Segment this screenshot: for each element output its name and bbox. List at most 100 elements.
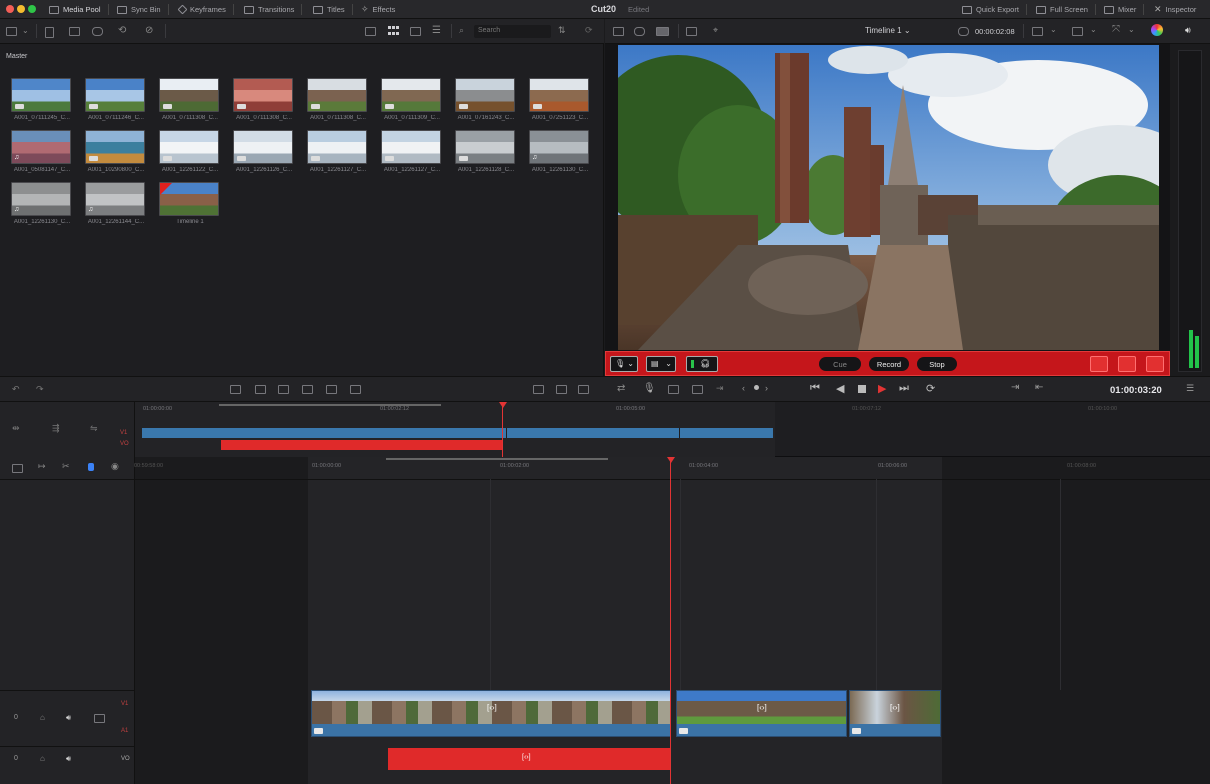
media-clip[interactable]: A001_07251123_C... (529, 78, 589, 121)
dual-view-icon[interactable] (686, 27, 697, 36)
voiceover-clip[interactable]: [‹›] (388, 748, 671, 770)
timeline-clip[interactable]: [‹›] (849, 690, 941, 737)
media-clip[interactable]: ♫ A001_05081147_C... (11, 130, 71, 173)
clip-icon[interactable] (668, 385, 679, 394)
timeline-clip[interactable]: [‹›] (311, 690, 671, 737)
snap-icon[interactable]: ⇶ (52, 423, 60, 434)
scroll-indicator[interactable] (219, 404, 441, 406)
mark-in-icon[interactable]: ⇥ (1011, 382, 1019, 393)
speaker-icon[interactable]: 🔊︎ (66, 713, 71, 723)
media-clip[interactable]: ♫ A001_12261130_C... (11, 182, 71, 225)
visibility-icon[interactable]: ◉ (111, 461, 119, 472)
smart-insert-icon[interactable] (230, 385, 241, 394)
media-clip[interactable]: A001_07111245_C... (11, 78, 71, 121)
timeline-playhead[interactable] (670, 460, 671, 784)
speaker-icon[interactable]: 🔊︎ (66, 754, 71, 764)
marker-icon[interactable] (754, 385, 759, 390)
media-clip[interactable]: A001_12261127_C... (307, 130, 367, 173)
search-input[interactable]: Search (474, 25, 551, 38)
trim-icon[interactable] (533, 385, 544, 394)
list-view-icon[interactable]: ☰ (432, 25, 441, 36)
broadcast-icon[interactable] (1146, 356, 1164, 372)
zoom-icon[interactable] (578, 385, 589, 394)
waveform-icon[interactable] (1090, 356, 1108, 372)
timeline-selector[interactable]: Timeline 1 ⌄ (865, 26, 911, 35)
source-overwrite-icon[interactable] (350, 385, 361, 394)
media-clip[interactable]: A001_07111308_C... (159, 78, 219, 121)
quick-export-button[interactable]: Quick Export (962, 3, 1027, 16)
mark-out-icon[interactable]: ⇤ (1035, 382, 1043, 393)
mic-select[interactable]: 🎙︎ ⌄ (610, 356, 638, 372)
chevron-down-icon[interactable]: ⌄ (22, 26, 29, 35)
media-clip[interactable]: A001_07111246_C... (85, 78, 145, 121)
track-view-icon[interactable] (94, 714, 105, 723)
overlay-icon[interactable] (692, 385, 703, 394)
close-up-icon[interactable] (302, 385, 313, 394)
play-reverse-icon[interactable]: ◀︎ (836, 382, 844, 395)
import-media-icon[interactable] (45, 27, 54, 38)
close-window-button[interactable] (6, 5, 14, 13)
strip-view-icon[interactable] (365, 27, 376, 36)
record-button[interactable]: Record (869, 357, 909, 371)
tab-effects[interactable]: ✧ Effects (361, 3, 395, 16)
menu-icon[interactable]: ☰ (1186, 383, 1194, 394)
media-clip[interactable]: A001_07111308_C... (233, 78, 293, 121)
play-icon[interactable]: ▶︎ (878, 382, 886, 395)
tag-icon[interactable]: ⊘ (145, 25, 153, 36)
ripple-overwrite-icon[interactable] (278, 385, 289, 394)
slip-icon[interactable]: ⇥ (716, 383, 724, 394)
media-clip[interactable]: A001_10290800_C... (85, 130, 145, 173)
voiceover-icon[interactable]: 🎙︎ (643, 383, 656, 394)
media-clip[interactable]: A001_07111309_C... (381, 78, 441, 121)
track-lock-icon[interactable]: ⇹ (12, 423, 20, 434)
media-clip[interactable]: ♫ A001_12261144_C... (85, 182, 145, 225)
next-edit-icon[interactable]: › (765, 383, 768, 393)
audio-trim-icon[interactable]: ⇄ (617, 383, 625, 394)
tab-sync-bin[interactable]: Sync Bin (117, 3, 169, 16)
link-icon[interactable]: ⇋ (90, 423, 98, 434)
zoom-fit-icon[interactable]: ⌖ (713, 25, 718, 36)
display-icon[interactable] (1072, 27, 1083, 36)
lock-icon[interactable]: ⌂ (40, 713, 45, 722)
inspector-button[interactable]: ✕ Inspector (1154, 3, 1196, 16)
lock-icon[interactable]: ⌂ (40, 754, 45, 763)
zoom-window-button[interactable] (28, 5, 36, 13)
chevron-down-icon[interactable]: ⌄ (1090, 25, 1097, 34)
grid-view-icon[interactable] (388, 26, 399, 36)
transform-icon[interactable]: ⤧ (1112, 24, 1120, 35)
media-clip[interactable]: A001_12261122_C... (159, 130, 219, 173)
viewer-mode-icon[interactable] (1032, 27, 1043, 36)
source-view-icon[interactable] (613, 27, 624, 36)
mixer-button[interactable]: Mixer (1104, 3, 1145, 16)
sidebar-toggle-icon[interactable] (6, 27, 17, 36)
stop-button[interactable]: Stop (917, 357, 957, 371)
place-on-top-icon[interactable] (326, 385, 337, 394)
monitor-toggle[interactable]: 🎧︎ (686, 356, 718, 372)
media-clip[interactable]: A001_07161243_C... (455, 78, 515, 121)
sort-icon[interactable]: ⇅ (558, 25, 566, 36)
go-to-end-icon[interactable]: ⏭︎ (899, 382, 909, 395)
input-select[interactable]: ▤ ⌄ (646, 356, 676, 372)
import-folder-icon[interactable] (69, 27, 80, 36)
color-wheel-icon[interactable] (1151, 24, 1163, 36)
blade-icon[interactable] (556, 385, 567, 394)
safe-area-icon[interactable] (634, 27, 645, 36)
timeline-clip[interactable]: [‹›] (676, 690, 847, 737)
full-screen-button[interactable]: Full Screen (1036, 3, 1096, 16)
filmstrip-view-icon[interactable] (410, 27, 421, 36)
stop-icon[interactable] (858, 385, 866, 393)
loop-icon[interactable]: ⟳ (926, 382, 935, 395)
overview-playhead[interactable] (502, 406, 503, 457)
chevron-down-icon[interactable]: ⌄ (1128, 25, 1135, 34)
minimize-window-button[interactable] (17, 5, 25, 13)
scissors-icon[interactable]: ✂ (62, 461, 70, 472)
go-to-start-icon[interactable]: ⏮︎ (810, 382, 820, 395)
cloud-icon[interactable] (92, 27, 103, 36)
prev-edit-icon[interactable]: ‹ (742, 383, 745, 393)
refresh-icon[interactable]: ⟳ (585, 25, 593, 36)
redo-icon[interactable]: ↷ (36, 384, 44, 395)
arrow-icon[interactable]: ↦ (38, 461, 46, 472)
media-clip[interactable]: A001_12261128_C... (455, 130, 515, 173)
tab-keyframes[interactable]: Keyframes (177, 3, 234, 16)
tab-titles[interactable]: Titles (313, 3, 353, 16)
